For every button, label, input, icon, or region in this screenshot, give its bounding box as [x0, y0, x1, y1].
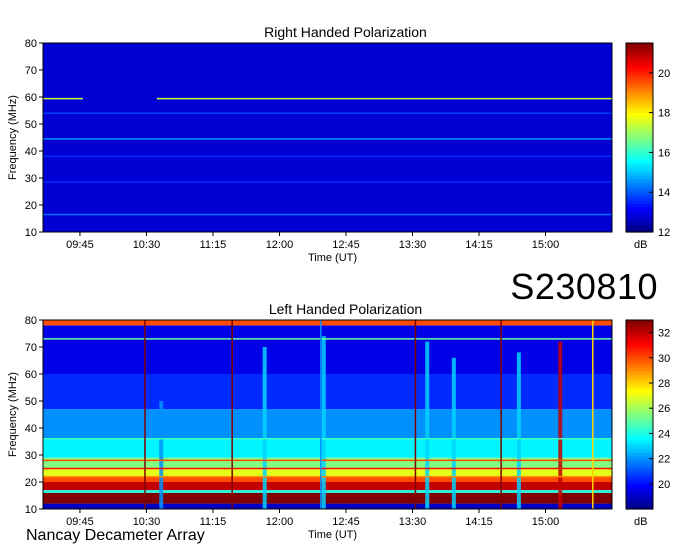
y-tick-label: 20	[25, 200, 37, 212]
y-tick-label: 20	[25, 477, 37, 489]
x-tick-label: 12:00	[266, 516, 294, 528]
x-tick-label: 13:30	[399, 516, 427, 528]
spectrum-band	[43, 457, 612, 469]
colorbar-segment	[626, 43, 653, 47]
spectrum-background	[43, 43, 612, 232]
x-tick-label: 10:30	[133, 239, 161, 251]
colorbar: 20 22 24 26 28 30 32 dB	[625, 319, 670, 528]
y-tick-label: 70	[25, 65, 37, 77]
x-tick-label: 12:45	[332, 239, 360, 251]
x-tick-label: 15:00	[532, 239, 560, 251]
y-tick-label: 30	[25, 173, 37, 185]
y-tick-label: 70	[25, 342, 37, 354]
burst-streak	[451, 357, 456, 509]
chart-title: Right Handed Polarization	[264, 24, 427, 40]
x-tick-label: 12:45	[332, 516, 360, 528]
colorbar: 12 14 16 18 20 dB	[625, 42, 670, 251]
spectrum-band	[43, 490, 612, 493]
colorbar-tick-label: 28	[658, 378, 670, 390]
y-tick-label: 60	[25, 92, 37, 104]
spectrum-band	[43, 482, 612, 491]
y-tick-label: 80	[25, 38, 37, 50]
panel-right-polarization: Right Handed Polarization 10 20 30 40 50 60 70 8…	[7, 24, 670, 264]
burst-streak	[262, 347, 267, 509]
y-tick-label: 10	[25, 227, 37, 239]
burst-streak	[159, 401, 164, 509]
spectrum-band	[43, 409, 612, 439]
spectrum-band	[43, 468, 612, 477]
observation-id: S230810	[510, 266, 658, 307]
x-tick-label: 14:15	[465, 516, 493, 528]
colorbar-tick-label: 20	[658, 68, 670, 80]
y-tick-label: 40	[25, 423, 37, 435]
spectrum-band	[43, 438, 612, 458]
y-axis-label: Frequency (MHz)	[7, 95, 19, 180]
observatory-label: Nancay Decameter Array	[26, 527, 205, 544]
colorbar-tick-label: 18	[658, 108, 670, 120]
spectrum-band	[43, 374, 612, 410]
burst-streak	[321, 336, 326, 509]
x-tick-label: 11:15	[200, 239, 227, 251]
x-tick-label: 13:30	[399, 239, 427, 251]
y-tick-label: 30	[25, 450, 37, 462]
colorbar-tick-label: 14	[658, 187, 670, 199]
colorbar-tick-label: 26	[658, 403, 670, 415]
colorbar-unit-label: dB	[634, 516, 647, 528]
x-tick-label: 15:00	[532, 516, 560, 528]
colorbar-tick-label: 16	[658, 147, 670, 159]
y-tick-label: 50	[25, 119, 37, 131]
burst-streak	[558, 341, 563, 509]
burst-streak	[425, 341, 430, 509]
spectrum-band	[43, 325, 612, 374]
spectrum-band	[43, 476, 612, 482]
y-tick-label: 80	[25, 315, 37, 327]
y-axis-label: Frequency (MHz)	[7, 372, 19, 457]
burst-streak	[516, 352, 521, 509]
colorbar-tick-label: 24	[658, 428, 670, 440]
spectrum-band	[43, 503, 612, 509]
x-axis-label: Time (UT)	[308, 529, 357, 541]
spectrum-band	[43, 320, 612, 326]
y-tick-label: 40	[25, 146, 37, 158]
colorbar-segment	[626, 320, 653, 324]
x-tick-label: 09:45	[66, 239, 94, 251]
x-tick-label: 12:00	[266, 239, 294, 251]
colorbar-tick-label: 30	[658, 353, 670, 365]
colorbar-tick-label: 32	[658, 328, 670, 340]
panel-left-polarization: Left Handed Polarization 10 20 30 40 50 60 70 80…	[7, 301, 670, 541]
x-tick-label: 14:15	[465, 239, 493, 251]
y-tick-label: 10	[25, 504, 37, 516]
spectrum-band	[43, 492, 612, 504]
colorbar-tick-label: 12	[658, 227, 670, 239]
colorbar-tick-label: 22	[658, 454, 670, 466]
y-tick-label: 60	[25, 369, 37, 381]
colorbar-unit-label: dB	[634, 239, 647, 251]
x-axis-label: Time (UT)	[308, 252, 357, 264]
y-tick-label: 50	[25, 396, 37, 408]
colorbar-tick-label: 20	[658, 479, 670, 491]
chart-title: Left Handed Polarization	[269, 301, 422, 317]
